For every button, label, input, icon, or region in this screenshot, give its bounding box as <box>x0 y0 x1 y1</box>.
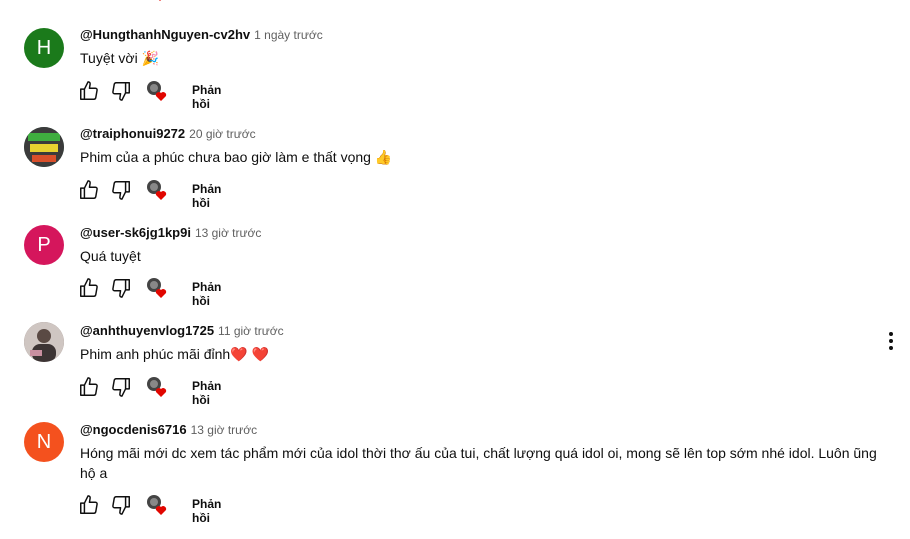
comment-text: Tuyệt vời 🎉 <box>80 50 159 66</box>
reply-button[interactable]: Phản hồi <box>192 83 221 111</box>
thumbs-up-icon <box>80 377 98 396</box>
dislike-button[interactable] <box>110 376 132 398</box>
comment-author[interactable]: @traiphonui9272 <box>80 126 185 141</box>
comment-author[interactable]: @anhthuyenvlog1725 <box>80 323 214 338</box>
comment-time[interactable]: 13 giờ trước <box>191 423 257 437</box>
reply-button[interactable]: Phản hồi <box>192 182 221 210</box>
comment-header: @anhthuyenvlog1725 11 giờ trước <box>80 322 284 340</box>
thumbs-down-icon <box>112 496 130 515</box>
comment-text: Hóng mãi mới dc xem tác phẩm mới của ido… <box>80 445 877 481</box>
dislike-button[interactable] <box>110 277 132 299</box>
comment-author[interactable]: @ngocdenis6716 <box>80 422 187 437</box>
creator-heart-icon <box>146 376 168 398</box>
avatar-image <box>24 322 64 362</box>
comment-menu-button[interactable] <box>882 330 900 352</box>
thumbs-up-icon <box>80 278 98 297</box>
heart-icon <box>159 0 161 1</box>
comment-time[interactable]: 11 giờ trước <box>218 324 284 338</box>
comment-author[interactable]: @HungthanhNguyen-cv2hv <box>80 27 250 42</box>
comment-time[interactable]: 1 ngày trước <box>254 28 323 42</box>
like-button[interactable] <box>78 376 100 398</box>
avatar[interactable]: H <box>24 28 64 68</box>
like-button[interactable] <box>78 494 100 516</box>
reply-button[interactable]: Phản hồi <box>192 379 221 407</box>
like-button[interactable] <box>78 80 100 102</box>
thumbs-down-icon <box>112 82 130 101</box>
creator-heart-icon <box>146 277 168 299</box>
dislike-button[interactable] <box>110 494 132 516</box>
creator-heart-icon <box>146 80 168 102</box>
thumbs-down-icon <box>112 279 130 298</box>
like-button[interactable] <box>78 277 100 299</box>
thumbs-down-icon <box>112 181 130 200</box>
avatar-image <box>24 127 64 167</box>
previous-comment-actions <box>80 0 200 4</box>
thumbs-up-icon <box>80 495 98 514</box>
creator-heart-icon <box>146 494 168 516</box>
creator-heart-icon <box>146 179 168 201</box>
comment-text: Phim của a phúc chưa bao giờ làm e thất … <box>80 149 393 165</box>
comment-time[interactable]: 13 giờ trước <box>195 226 261 240</box>
thumbs-up-icon <box>80 81 98 100</box>
comment-author[interactable]: @user-sk6jg1kp9i <box>80 225 191 240</box>
comment-header: @traiphonui9272 20 giờ trước <box>80 125 256 143</box>
dislike-button[interactable] <box>110 179 132 201</box>
comment-text: Phim anh phúc mãi đỉnh❤️ ❤️ <box>80 346 269 362</box>
reply-button[interactable]: Phản hồi <box>192 280 221 308</box>
avatar[interactable]: N <box>24 422 64 462</box>
thumbs-up-icon <box>80 180 98 199</box>
avatar[interactable]: P <box>24 225 64 265</box>
avatar[interactable] <box>24 127 64 167</box>
reply-button[interactable]: Phản hồi <box>192 497 221 525</box>
comment-header: @ngocdenis6716 13 giờ trước <box>80 421 257 439</box>
like-button[interactable] <box>78 179 100 201</box>
avatar[interactable] <box>24 322 64 362</box>
comment-time[interactable]: 20 giờ trước <box>189 127 255 141</box>
comment-text: Quá tuyệt <box>80 248 141 264</box>
thumbs-down-icon <box>112 378 130 397</box>
more-vert-icon <box>889 332 893 350</box>
comment-header: @user-sk6jg1kp9i 13 giờ trước <box>80 224 261 242</box>
dislike-button[interactable] <box>110 80 132 102</box>
comment-header: @HungthanhNguyen-cv2hv 1 ngày trước <box>80 26 323 44</box>
